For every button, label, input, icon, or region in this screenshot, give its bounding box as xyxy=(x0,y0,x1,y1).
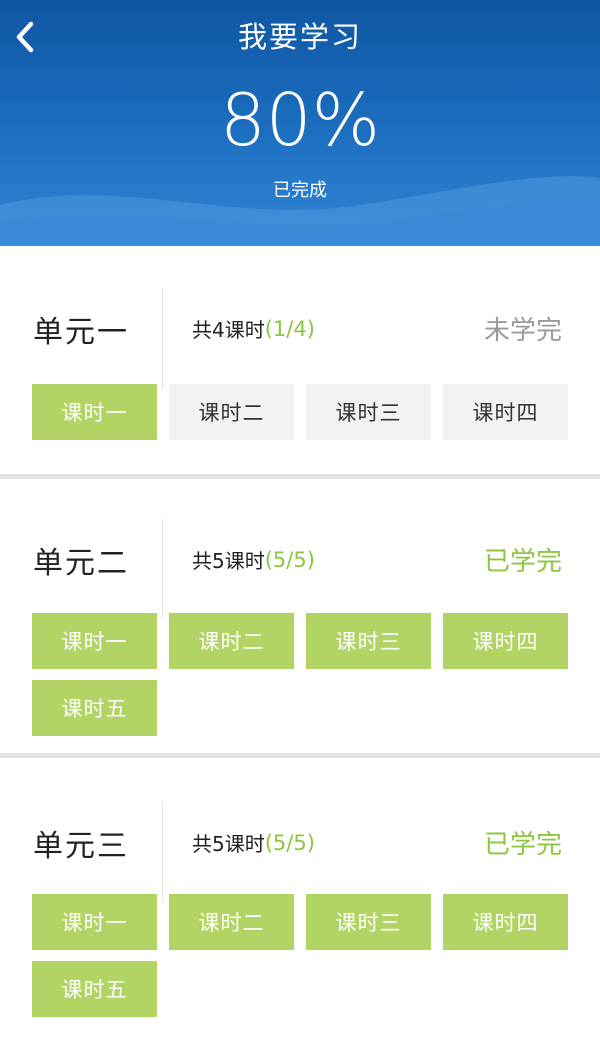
unit-header: 单元三 共5课时 (5/5) 已学完 xyxy=(0,780,600,905)
lesson-button[interactable]: 课时四 xyxy=(443,894,568,950)
unit-card: 单元一 共4课时 (1/4) 未学完 课时一 课时二 课时三 课时四 xyxy=(0,246,600,474)
lesson-count: 共4课时 (1/4) xyxy=(192,266,315,391)
completion-percent: 80% xyxy=(219,78,381,162)
unit-card: 单元三 共5课时 (5/5) 已学完 课时一 课时二 课时三 课时四 课时五 xyxy=(0,758,600,1038)
lesson-count: 共5课时 (5/5) xyxy=(192,780,315,905)
unit-name: 单元三 xyxy=(33,828,129,864)
divider xyxy=(162,802,163,902)
completion-caption: 已完成 xyxy=(273,180,327,201)
unit-name: 单元二 xyxy=(33,545,129,581)
lesson-progress: (5/5) xyxy=(264,547,315,572)
lesson-progress: (1/4) xyxy=(264,316,315,341)
unit-name: 单元一 xyxy=(33,314,129,350)
unit-card: 单元二 共5课时 (5/5) 已学完 课时一 课时二 课时三 课时四 课时五 xyxy=(0,479,600,753)
lesson-button[interactable]: 课时二 xyxy=(169,613,294,669)
divider xyxy=(162,288,163,388)
lesson-progress: (5/5) xyxy=(264,830,315,855)
header: 我要学习 80% 已完成 xyxy=(0,0,600,246)
unit-header: 单元二 共5课时 (5/5) 已学完 xyxy=(0,497,600,622)
lesson-button[interactable]: 课时二 xyxy=(169,894,294,950)
page-title: 我要学习 xyxy=(237,20,362,54)
lesson-count: 共5课时 (5/5) xyxy=(192,497,315,622)
lesson-count-label: 共5课时 xyxy=(192,549,265,573)
status-badge: 已学完 xyxy=(483,830,562,860)
lesson-button[interactable]: 课时三 xyxy=(306,384,431,440)
status-badge: 未学完 xyxy=(483,316,562,346)
lesson-count-label: 共5课时 xyxy=(192,832,265,856)
lesson-button[interactable]: 课时三 xyxy=(306,894,431,950)
unit-header: 单元一 共4课时 (1/4) 未学完 xyxy=(0,266,600,391)
lesson-button[interactable]: 课时四 xyxy=(443,384,568,440)
divider xyxy=(162,519,163,619)
lesson-button[interactable]: 课时四 xyxy=(443,613,568,669)
status-badge: 已学完 xyxy=(483,547,562,577)
lesson-button[interactable]: 课时三 xyxy=(306,613,431,669)
lesson-button[interactable]: 课时五 xyxy=(32,680,157,736)
lesson-button[interactable]: 课时五 xyxy=(32,961,157,1017)
lesson-button[interactable]: 课时一 xyxy=(32,384,157,440)
lesson-button[interactable]: 课时一 xyxy=(32,894,157,950)
lesson-button[interactable]: 课时二 xyxy=(169,384,294,440)
lesson-count-label: 共4课时 xyxy=(192,318,265,342)
lesson-button[interactable]: 课时一 xyxy=(32,613,157,669)
